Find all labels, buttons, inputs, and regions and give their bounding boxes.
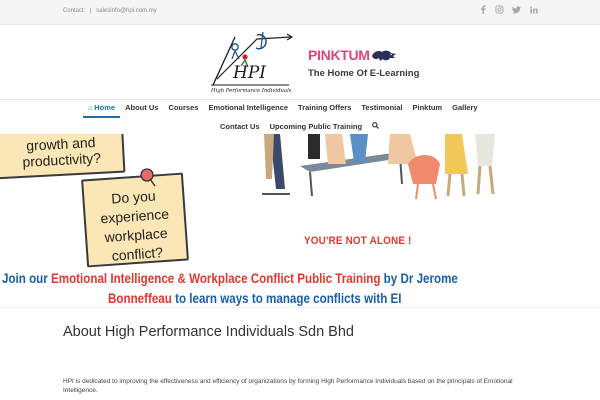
top-bar: Contact: | salesinfo@hpi.com.my bbox=[0, 0, 600, 25]
nav-row-2: Contact Us Upcoming Public Training bbox=[215, 122, 384, 131]
nav-item-courses[interactable]: Courses bbox=[163, 103, 203, 118]
nav-item-emotional-intelligence[interactable]: Emotional Intelligence bbox=[203, 103, 293, 118]
sticky-note-conflict: Do you experience workplace conflict? bbox=[81, 172, 189, 268]
hpi-logo[interactable]: HPI High Performance Individuals bbox=[205, 27, 295, 95]
twitter-icon[interactable] bbox=[512, 5, 521, 14]
hero-banner[interactable]: growth and productivity? Do you experien… bbox=[0, 134, 600, 307]
nav-item-home[interactable]: ⌂ Home bbox=[83, 103, 121, 118]
not-alone-text: YOU'RE NOT ALONE ! bbox=[304, 235, 412, 247]
banner-line1-part-b: Emotional Intelligence & Workplace Confl… bbox=[51, 271, 381, 286]
search-icon bbox=[372, 122, 380, 129]
banner-headline-line2: Bonneffeau to learn ways to manage confl… bbox=[108, 291, 402, 306]
nav-item-upcoming-public-training[interactable]: Upcoming Public Training bbox=[265, 122, 368, 131]
contact-info: Contact: | salesinfo@hpi.com.my bbox=[63, 8, 160, 14]
nav-item-pinktum[interactable]: Pinktum bbox=[408, 103, 448, 118]
pushpin-icon bbox=[140, 168, 156, 187]
sticky-note-growth-text: growth and productivity? bbox=[22, 134, 102, 170]
pinktum-lion-icon bbox=[371, 50, 396, 61]
content-divider bbox=[0, 307, 600, 308]
pinktum-logo[interactable]: PINKTUM The Home Of E-Learning bbox=[308, 47, 419, 79]
nav-row-1: ⌂ Home About Us Courses Emotional Intelli… bbox=[83, 103, 483, 118]
main-nav: ⌂ Home About Us Courses Emotional Intelli… bbox=[0, 99, 600, 134]
linkedin-icon[interactable] bbox=[529, 5, 538, 14]
site-header: HPI High Performance Individuals PINKTUM… bbox=[0, 25, 600, 99]
about-paragraph: HPI is dedicated to improving the effect… bbox=[63, 378, 513, 394]
banner-line2-part-b: to learn ways to manage conflicts with E… bbox=[171, 291, 402, 306]
tagline: The Home Of E-Learning bbox=[308, 68, 420, 79]
contact-label: Contact: bbox=[63, 8, 86, 14]
sticky-note-growth: growth and productivity? bbox=[0, 134, 126, 180]
nav-item-gallery[interactable]: Gallery bbox=[447, 103, 482, 118]
nav-item-testimonial[interactable]: Testimonial bbox=[356, 103, 407, 118]
nav-item-home-label: Home bbox=[94, 103, 116, 112]
home-icon: ⌂ bbox=[88, 105, 93, 112]
nav-item-contact-us[interactable]: Contact Us bbox=[215, 122, 265, 131]
logo-subtitle: High Performance Individuals bbox=[210, 88, 292, 94]
instagram-icon[interactable] bbox=[495, 5, 504, 14]
nav-item-training-offers[interactable]: Training Offers bbox=[293, 103, 356, 118]
page-title: About High Performance Individuals Sdn B… bbox=[63, 324, 354, 340]
nav-item-about-us[interactable]: About Us bbox=[120, 103, 163, 118]
pinktum-brand-text: PINKTUM bbox=[308, 47, 370, 63]
banner-line2-part-a: Bonneffeau bbox=[108, 291, 172, 306]
sticky-note-conflict-text: Do you experience workplace conflict? bbox=[99, 187, 170, 264]
banner-headline-line1: Join our Emotional Intelligence & Workpl… bbox=[2, 271, 458, 286]
facebook-icon[interactable] bbox=[478, 5, 487, 14]
banner-line1-part-a: Join our bbox=[2, 271, 52, 286]
meeting-illustration bbox=[262, 134, 495, 200]
search-button[interactable] bbox=[367, 122, 384, 131]
logo-hpi-text: HPI bbox=[232, 63, 266, 83]
banner-line1-part-c: by Dr Jerome bbox=[380, 271, 458, 286]
social-links bbox=[478, 5, 538, 14]
contact-separator: | bbox=[90, 8, 92, 14]
contact-email-link[interactable]: salesinfo@hpi.com.my bbox=[96, 8, 156, 14]
